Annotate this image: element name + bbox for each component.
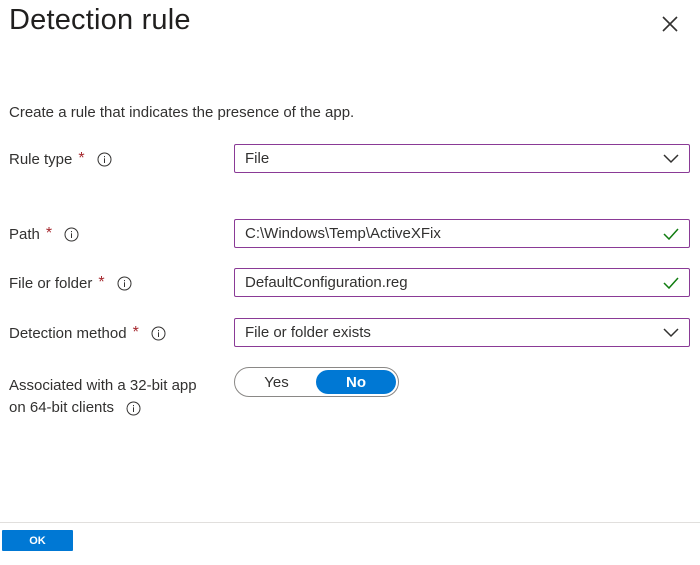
path-label-text: Path xyxy=(9,225,40,243)
file-or-folder-label: File or folder * xyxy=(9,274,132,292)
associated-32bit-label: Associated with a 32-bit app on 64-bit c… xyxy=(9,375,197,419)
file-or-folder-input[interactable]: DefaultConfiguration.reg xyxy=(234,268,690,297)
path-value: C:\Windows\Temp\ActiveXFix xyxy=(245,225,441,242)
panel-description: Create a rule that indicates the presenc… xyxy=(9,104,355,121)
info-icon[interactable] xyxy=(97,152,112,167)
associated-32bit-label-line2-row: on 64-bit clients xyxy=(9,397,197,419)
required-marker: * xyxy=(45,225,53,242)
file-or-folder-value: DefaultConfiguration.reg xyxy=(245,274,408,291)
chevron-down-icon xyxy=(657,327,685,338)
detection-method-value: File or folder exists xyxy=(245,324,371,341)
chevron-down-icon xyxy=(657,153,685,164)
detection-method-label-text: Detection method xyxy=(9,324,127,342)
detection-method-dropdown[interactable]: File or folder exists xyxy=(234,318,690,347)
file-or-folder-label-text: File or folder xyxy=(9,274,93,292)
associated-32bit-label-line2: on 64-bit clients xyxy=(9,399,115,416)
required-marker: * xyxy=(132,324,139,341)
info-icon[interactable] xyxy=(126,401,141,416)
ok-button[interactable]: OK xyxy=(2,530,73,551)
info-icon[interactable] xyxy=(117,276,132,291)
info-icon[interactable] xyxy=(151,326,166,341)
associated-32bit-toggle[interactable]: Yes No xyxy=(234,367,399,397)
required-marker: * xyxy=(98,274,105,291)
panel-title: Detection rule xyxy=(9,4,191,36)
close-icon xyxy=(662,16,678,32)
path-input[interactable]: C:\Windows\Temp\ActiveXFix xyxy=(234,219,690,248)
path-label: Path * xyxy=(9,225,79,243)
footer-divider xyxy=(0,522,700,523)
rule-type-value: File xyxy=(245,150,270,167)
toggle-option-yes[interactable]: Yes xyxy=(237,370,316,394)
associated-32bit-label-line1: Associated with a 32-bit app xyxy=(9,377,197,394)
checkmark-icon xyxy=(657,227,685,240)
checkmark-icon xyxy=(657,276,685,289)
required-marker: * xyxy=(78,150,85,167)
detection-method-label: Detection method * xyxy=(9,324,166,342)
rule-type-dropdown[interactable]: File xyxy=(234,144,690,173)
rule-type-label-text: Rule type xyxy=(9,150,73,168)
rule-type-label: Rule type * xyxy=(9,150,112,168)
info-icon[interactable] xyxy=(64,227,79,242)
toggle-option-no[interactable]: No xyxy=(316,370,396,394)
close-button[interactable] xyxy=(656,10,684,38)
